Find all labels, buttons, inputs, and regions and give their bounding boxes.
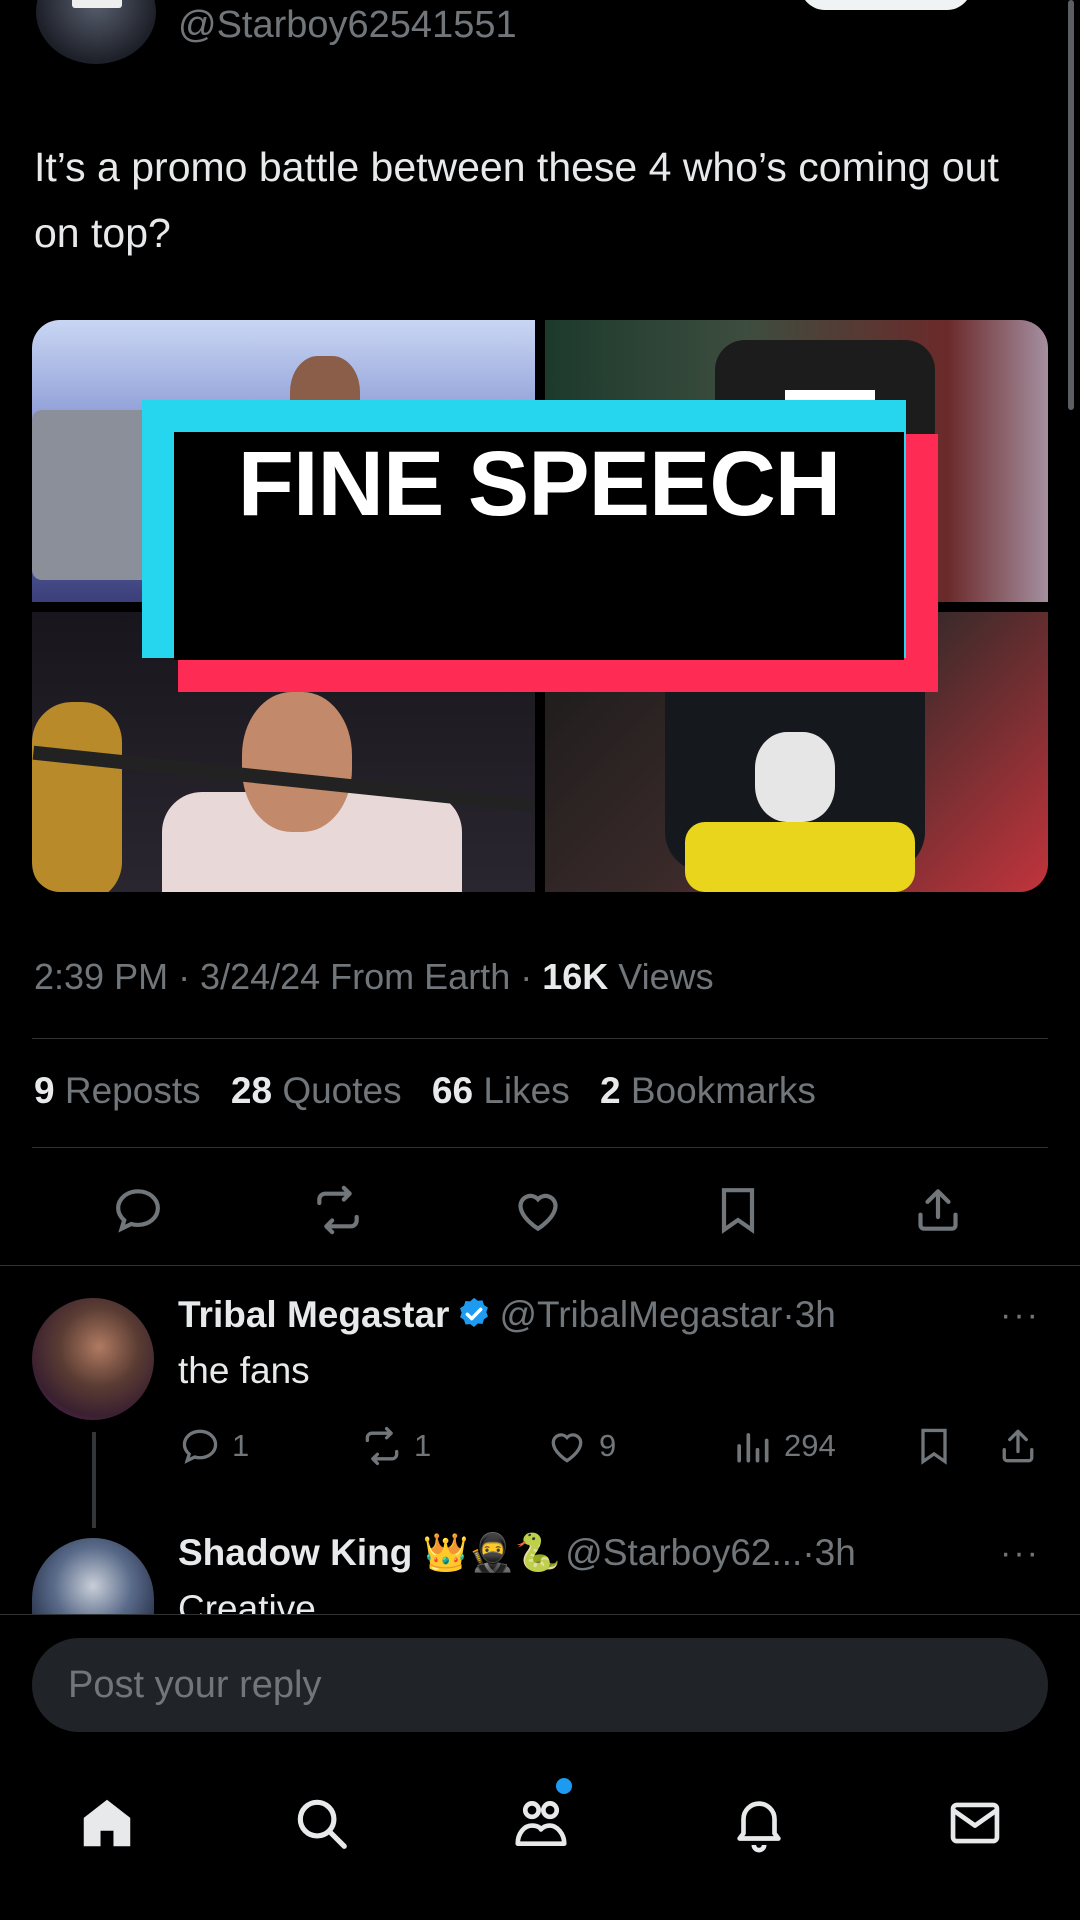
- reply-icon[interactable]: [110, 1182, 166, 1238]
- reply-header: Tribal Megastar @TribalMegastar·3h: [178, 1294, 836, 1336]
- scrollbar[interactable]: [1068, 0, 1074, 410]
- reply-author-name[interactable]: Shadow King 👑🥷🐍: [178, 1532, 561, 1573]
- quotes-stat[interactable]: 28 Quotes: [231, 1070, 402, 1111]
- reply-time: ·3h: [802, 1532, 856, 1573]
- verified-badge-icon: [460, 1297, 489, 1327]
- reposts-stat[interactable]: 9 Reposts: [34, 1070, 201, 1111]
- reply-header: Shadow King 👑🥷🐍 @Starboy62...·3h: [178, 1532, 856, 1575]
- views-count: 16K: [542, 956, 609, 997]
- likes-stat[interactable]: 66 Likes: [432, 1070, 570, 1111]
- reply-views-button[interactable]: 294: [730, 1422, 836, 1470]
- like-icon[interactable]: [510, 1182, 566, 1238]
- repost-icon: [365, 1426, 399, 1466]
- share-icon[interactable]: [910, 1182, 966, 1238]
- tweet-timestamp: 2:39 PM · 3/24/24 From Earth ·: [34, 956, 543, 997]
- thread-line: [92, 1432, 96, 1528]
- reply-share-button[interactable]: [996, 1422, 1040, 1470]
- notification-dot: [556, 1778, 572, 1794]
- reply-author-handle[interactable]: @Starboy62...: [565, 1532, 802, 1573]
- search-icon[interactable]: [290, 1792, 352, 1854]
- divider: [0, 1265, 1080, 1266]
- communities-icon[interactable]: [510, 1792, 572, 1854]
- like-icon: [551, 1433, 583, 1463]
- views-label: Views: [608, 956, 714, 997]
- author-handle[interactable]: @Starboy62541551: [178, 4, 517, 47]
- reply-reply-button[interactable]: 1: [178, 1422, 249, 1470]
- share-icon: [1002, 1429, 1034, 1463]
- reply-icon: [182, 1429, 218, 1464]
- repost-count: 1: [414, 1428, 432, 1463]
- reply-avatar[interactable]: [32, 1538, 154, 1618]
- divider: [32, 1038, 1048, 1039]
- home-icon[interactable]: [76, 1792, 138, 1854]
- bookmark-icon[interactable]: [710, 1182, 766, 1238]
- divider: [0, 1614, 1080, 1615]
- tweet-text: It’s a promo battle between these 4 who’…: [34, 144, 999, 256]
- notifications-icon[interactable]: [728, 1792, 790, 1854]
- views-icon: [737, 1433, 769, 1463]
- reply-repost-button[interactable]: 1: [360, 1422, 431, 1470]
- tweet-meta: 2:39 PM · 3/24/24 From Earth · 16K Views: [34, 956, 714, 998]
- reply-time: ·3h: [782, 1294, 836, 1335]
- tweet-stats: 9 Reposts 28 Quotes 66 Likes 2 Bookmarks: [34, 1070, 836, 1112]
- reply-count: 1: [232, 1428, 250, 1463]
- divider: [32, 1147, 1048, 1148]
- view-count: 294: [784, 1428, 836, 1463]
- reply-input[interactable]: Post your reply: [32, 1638, 1048, 1732]
- author-avatar-text: rko: [72, 0, 122, 8]
- bookmarks-stat[interactable]: 2 Bookmarks: [600, 1070, 816, 1111]
- overlay-banner-text: FINE SPEECH: [237, 433, 841, 535]
- messages-icon[interactable]: [944, 1792, 1006, 1854]
- more-options-icon[interactable]: ···: [1000, 1296, 1040, 1335]
- follow-button[interactable]: [800, 0, 972, 10]
- more-options-icon[interactable]: ···: [1000, 1534, 1040, 1573]
- repost-icon[interactable]: [310, 1182, 366, 1238]
- bookmark-icon: [921, 1428, 947, 1465]
- reply-avatar[interactable]: [32, 1298, 154, 1420]
- reply-author-name[interactable]: Tribal Megastar: [178, 1294, 449, 1335]
- reply-like-button[interactable]: 9: [545, 1422, 616, 1470]
- reply-text: the fans: [178, 1350, 310, 1391]
- author-avatar[interactable]: rko: [36, 0, 156, 64]
- reply-bookmark-button[interactable]: [912, 1422, 956, 1470]
- reply-author-handle[interactable]: @TribalMegastar: [499, 1294, 782, 1335]
- like-count: 9: [599, 1428, 617, 1463]
